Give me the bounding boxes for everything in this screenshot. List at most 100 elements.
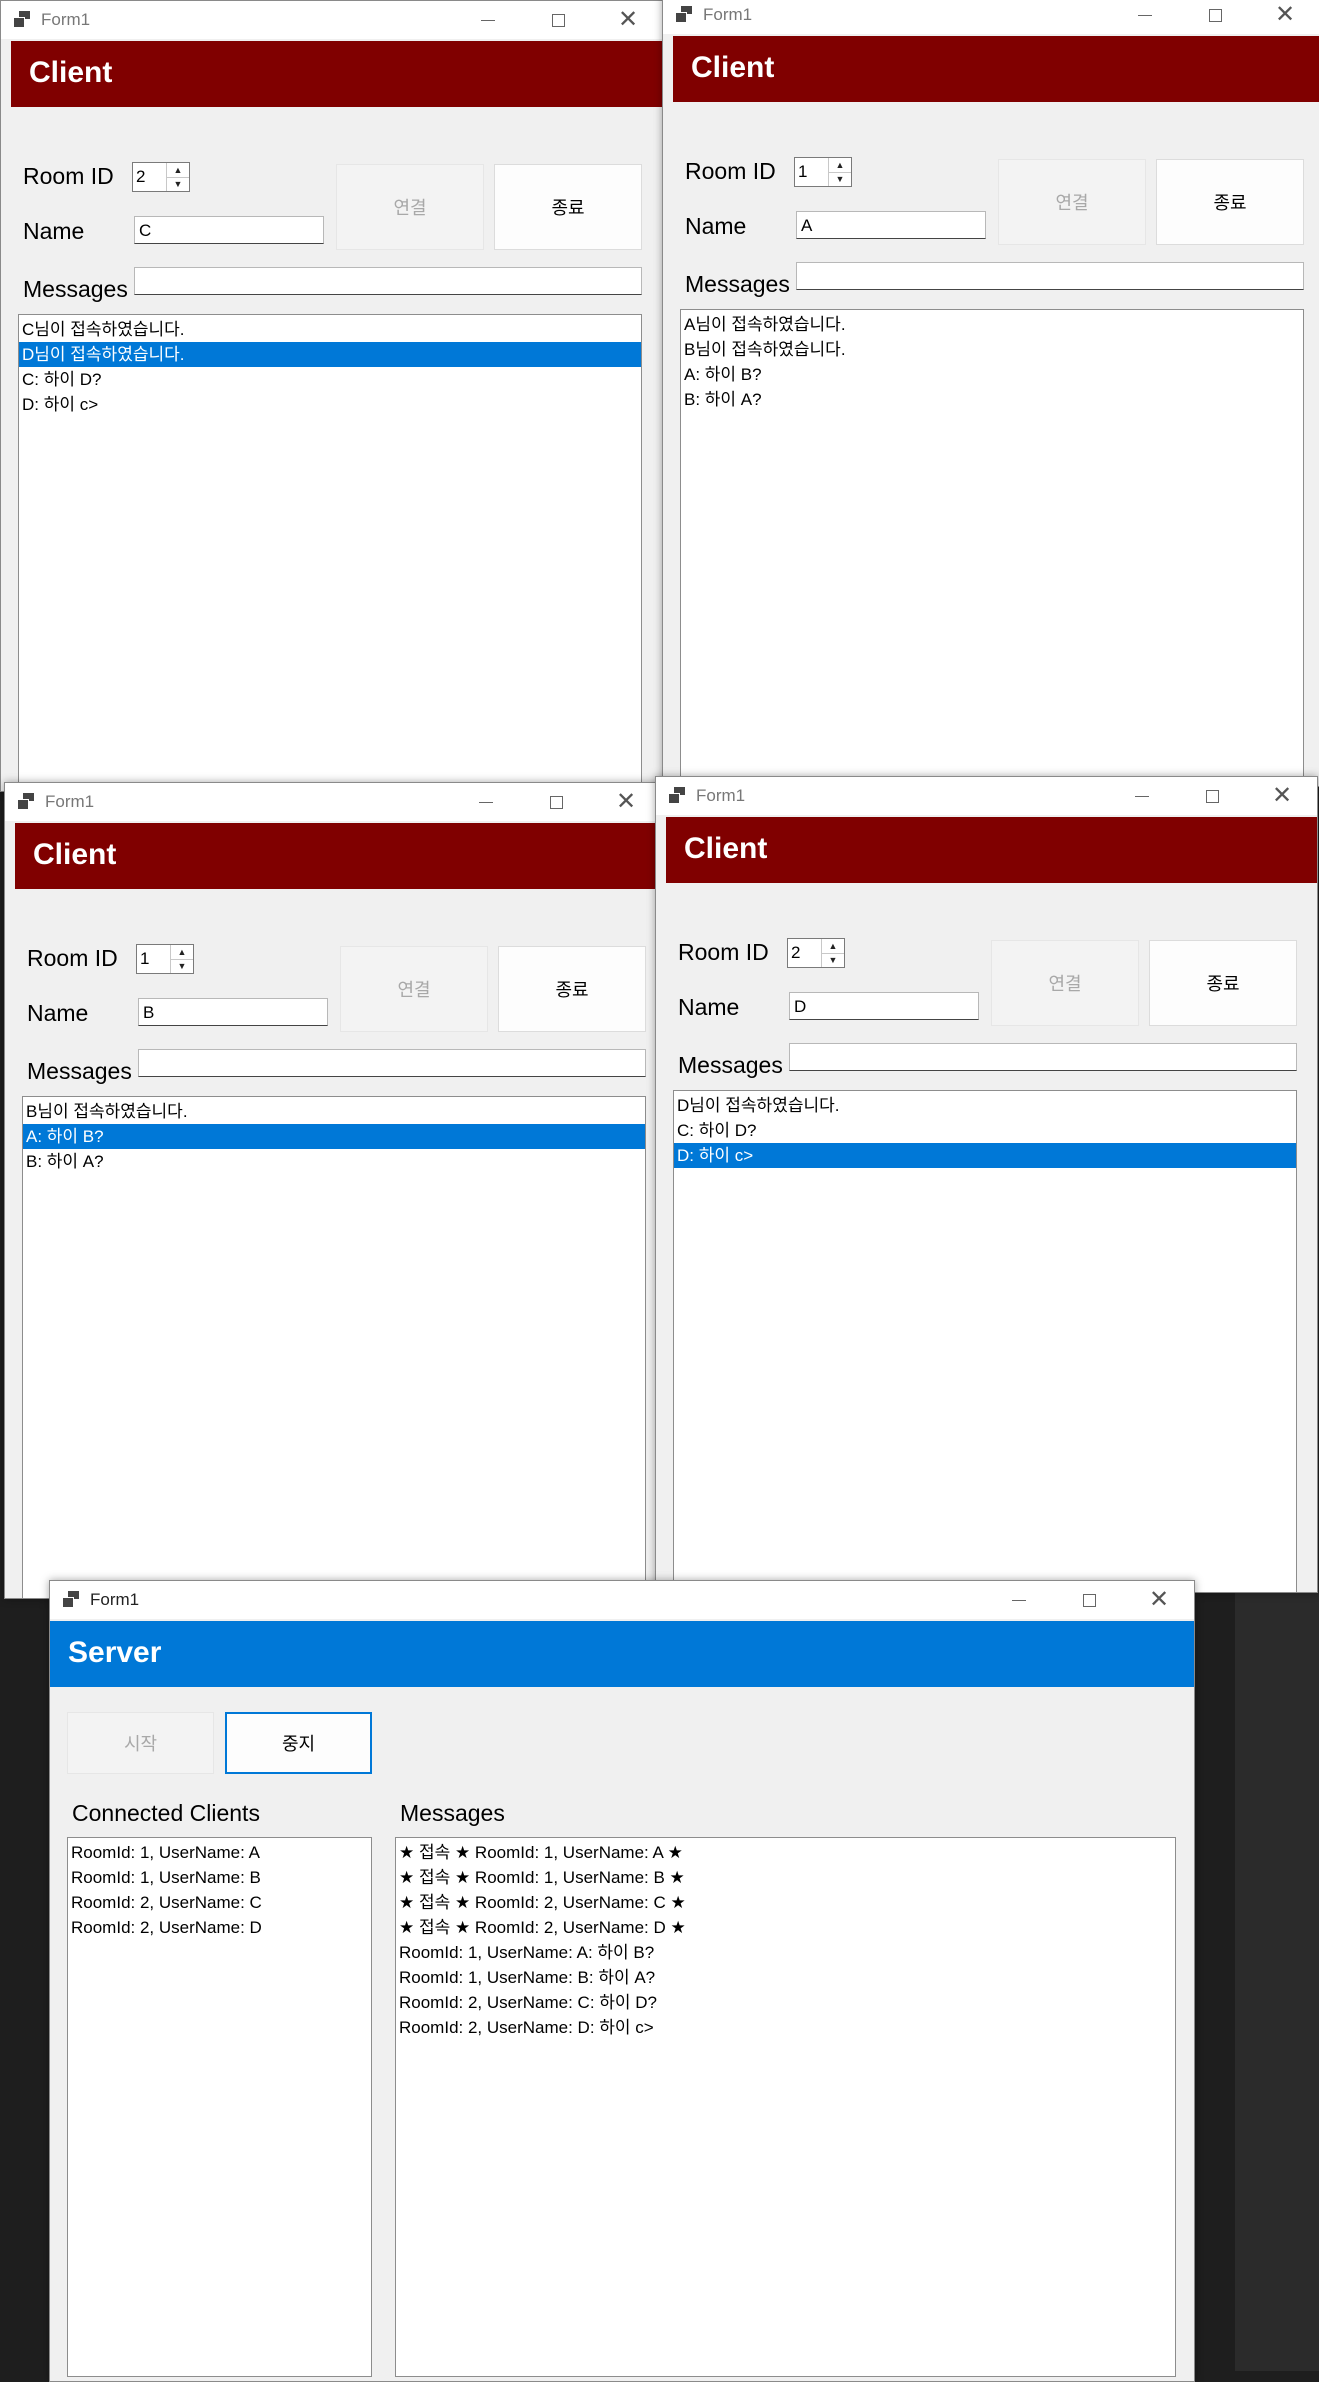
message-item[interactable]: D님이 접속하였습니다. <box>19 342 641 367</box>
minimize-button[interactable] <box>453 1 523 39</box>
exit-button[interactable]: 종료 <box>494 164 642 250</box>
spin-down-icon[interactable]: ▼ <box>822 953 844 967</box>
message-item[interactable]: A: 하이 B? <box>681 362 1303 387</box>
spinner-buttons: ▲ ▼ <box>821 939 844 967</box>
window-title: Form1 <box>45 792 95 811</box>
message-item[interactable]: A님이 접속하였습니다. <box>681 312 1303 337</box>
spin-down-icon[interactable]: ▼ <box>829 172 851 186</box>
maximize-icon <box>1208 8 1222 22</box>
spin-down-icon[interactable]: ▼ <box>171 959 193 973</box>
minimize-button[interactable] <box>451 783 521 821</box>
messages-list[interactable]: A님이 접속하였습니다. B님이 접속하였습니다. A: 하이 B? B: 하이 A? <box>680 309 1304 786</box>
exit-button[interactable]: 종료 <box>1149 940 1297 1026</box>
exit-button[interactable]: 종료 <box>1156 159 1304 245</box>
title-bar[interactable]: Form1 ✕ <box>656 777 1317 815</box>
client-banner: Client <box>666 817 1317 883</box>
message-item[interactable]: B: 하이 A? <box>23 1149 645 1174</box>
maximize-button[interactable] <box>523 1 593 39</box>
server-message-item[interactable]: RoomId: 1, UserName: B: 하이 A? <box>396 1965 1175 1990</box>
close-button[interactable]: ✕ <box>593 1 663 39</box>
client-banner-title: Client <box>33 838 117 871</box>
room-id-spinner[interactable]: 1 ▲ ▼ <box>136 944 194 974</box>
close-icon: ✕ <box>615 788 637 815</box>
maximize-icon <box>1205 789 1219 803</box>
server-messages-list[interactable]: ★ 접속 ★ RoomId: 1, UserName: A ★ ★ 접속 ★ Ro… <box>395 1837 1176 2377</box>
connect-button[interactable]: 연결 <box>991 940 1139 1026</box>
message-item[interactable]: C: 하이 D? <box>19 367 641 392</box>
connected-client-item[interactable]: RoomId: 2, UserName: C <box>68 1890 371 1915</box>
connect-button[interactable]: 연결 <box>998 159 1146 245</box>
message-item[interactable]: C: 하이 D? <box>674 1118 1296 1143</box>
exit-button[interactable]: 종료 <box>498 946 646 1032</box>
minimize-icon <box>1135 795 1149 797</box>
title-bar[interactable]: Form1 ✕ <box>5 783 661 821</box>
room-id-spinner[interactable]: 1 ▲ ▼ <box>794 157 852 187</box>
maximize-button[interactable] <box>1177 777 1247 815</box>
message-item[interactable]: B님이 접속하였습니다. <box>23 1099 645 1124</box>
minimize-button[interactable] <box>984 1581 1054 1619</box>
close-icon: ✕ <box>1148 1586 1170 1613</box>
maximize-button[interactable] <box>521 783 591 821</box>
spin-up-icon[interactable]: ▲ <box>829 158 851 173</box>
name-label: Name <box>27 1000 89 1026</box>
connect-button[interactable]: 연결 <box>336 164 484 250</box>
server-message-item[interactable]: ★ 접속 ★ RoomId: 2, UserName: D ★ <box>396 1915 1175 1940</box>
spin-down-icon[interactable]: ▼ <box>167 177 189 191</box>
maximize-button[interactable] <box>1180 0 1250 34</box>
close-button[interactable]: ✕ <box>591 783 661 821</box>
message-input[interactable] <box>134 267 642 295</box>
stop-button[interactable]: 중지 <box>225 1712 372 1774</box>
name-label: Name <box>685 213 747 239</box>
app-icon <box>17 793 35 810</box>
connected-clients-list[interactable]: RoomId: 1, UserName: A RoomId: 1, UserNam… <box>67 1837 372 2377</box>
messages-list[interactable]: D님이 접속하였습니다. C: 하이 D? D: 하이 c> <box>673 1090 1297 1592</box>
room-id-spinner[interactable]: 2 ▲ ▼ <box>132 162 190 192</box>
message-item[interactable]: C님이 접속하였습니다. <box>19 317 641 342</box>
spin-up-icon[interactable]: ▲ <box>822 939 844 954</box>
server-message-item[interactable]: RoomId: 2, UserName: C: 하이 D? <box>396 1990 1175 2015</box>
spin-up-icon[interactable]: ▲ <box>171 945 193 960</box>
title-bar[interactable]: Form1 ✕ <box>1 1 663 39</box>
server-message-item[interactable]: ★ 접속 ★ RoomId: 1, UserName: A ★ <box>396 1840 1175 1865</box>
app-icon <box>668 787 686 804</box>
message-input[interactable] <box>789 1043 1297 1071</box>
room-id-spinner[interactable]: 2 ▲ ▼ <box>787 938 845 968</box>
minimize-button[interactable] <box>1107 777 1177 815</box>
name-input[interactable]: C <box>134 216 324 244</box>
message-item[interactable]: B님이 접속하였습니다. <box>681 337 1303 362</box>
server-message-item[interactable]: ★ 접속 ★ RoomId: 2, UserName: C ★ <box>396 1890 1175 1915</box>
client-banner: Client <box>15 823 661 889</box>
connected-client-item[interactable]: RoomId: 2, UserName: D <box>68 1915 371 1940</box>
connect-button[interactable]: 연결 <box>340 946 488 1032</box>
name-input[interactable]: A <box>796 211 986 239</box>
message-item[interactable]: D: 하이 c> <box>674 1143 1296 1168</box>
maximize-button[interactable] <box>1054 1581 1124 1619</box>
message-input[interactable] <box>796 262 1304 290</box>
message-item[interactable]: A: 하이 B? <box>23 1124 645 1149</box>
client-banner-title: Client <box>691 51 775 84</box>
message-item[interactable]: B: 하이 A? <box>681 387 1303 412</box>
message-item[interactable]: D: 하이 c> <box>19 392 641 417</box>
name-input[interactable]: D <box>789 992 979 1020</box>
minimize-icon <box>481 19 495 21</box>
messages-list[interactable]: C님이 접속하였습니다. D님이 접속하였습니다. C: 하이 D? D: 하이 c> <box>18 314 642 791</box>
minimize-button[interactable] <box>1110 0 1180 34</box>
close-button[interactable]: ✕ <box>1250 0 1319 34</box>
name-input[interactable]: B <box>138 998 328 1026</box>
connected-client-item[interactable]: RoomId: 1, UserName: A <box>68 1840 371 1865</box>
connected-client-item[interactable]: RoomId: 1, UserName: B <box>68 1865 371 1890</box>
title-bar[interactable]: Form1 ✕ <box>663 0 1319 34</box>
close-button[interactable]: ✕ <box>1247 777 1317 815</box>
start-button[interactable]: 시작 <box>67 1712 214 1774</box>
close-button[interactable]: ✕ <box>1124 1581 1194 1619</box>
server-message-item[interactable]: RoomId: 2, UserName: D: 하이 c> <box>396 2015 1175 2040</box>
message-input[interactable] <box>138 1049 646 1077</box>
server-message-item[interactable]: RoomId: 1, UserName: A: 하이 B? <box>396 1940 1175 1965</box>
connected-clients-label: Connected Clients <box>72 1800 260 1826</box>
spin-up-icon[interactable]: ▲ <box>167 163 189 178</box>
title-bar[interactable]: Form1 ✕ <box>50 1581 1194 1619</box>
client-window: Form1 ✕ Client Room ID 2 ▲ ▼ Name D 연결 종… <box>655 776 1318 1593</box>
message-item[interactable]: D님이 접속하였습니다. <box>674 1093 1296 1118</box>
messages-list[interactable]: B님이 접속하였습니다. A: 하이 B? B: 하이 A? <box>22 1096 646 1598</box>
server-message-item[interactable]: ★ 접속 ★ RoomId: 1, UserName: B ★ <box>396 1865 1175 1890</box>
